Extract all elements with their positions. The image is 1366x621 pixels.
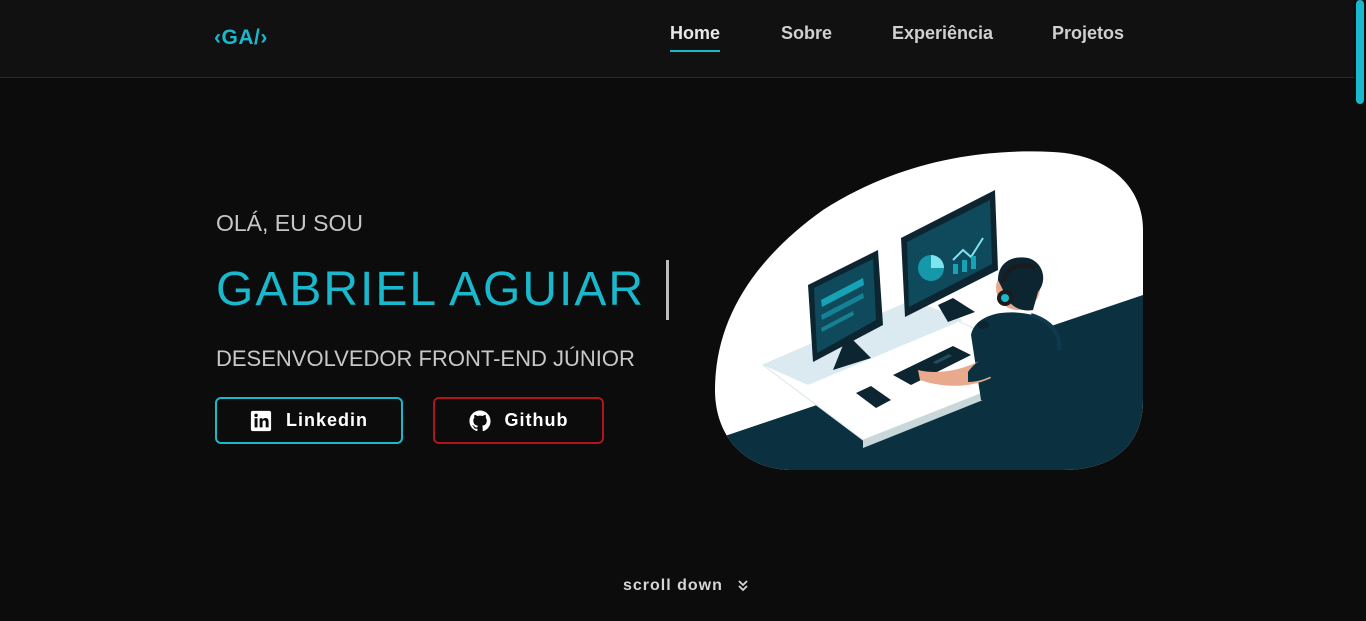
- typing-cursor: [666, 260, 669, 320]
- nav-item-sobre[interactable]: Sobre: [781, 23, 832, 50]
- scroll-down-indicator[interactable]: scroll down: [623, 577, 749, 595]
- scrollbar-thumb[interactable]: [1356, 0, 1364, 104]
- nav-item-home[interactable]: Home: [670, 23, 721, 52]
- nav-item-experiencia[interactable]: Experiência: [892, 23, 993, 50]
- hero-name: GABRIEL AGUIAR: [216, 263, 646, 316]
- double-chevron-down-icon: [738, 580, 748, 592]
- logo-link[interactable]: ‹GA/›: [214, 26, 268, 50]
- github-icon: [468, 409, 491, 431]
- linkedin-button[interactable]: Linkedin: [215, 397, 403, 444]
- github-button[interactable]: Github: [433, 397, 604, 444]
- developer-illustration: [715, 151, 1143, 470]
- hero-role: DESENVOLVEDOR FRONT-END JÚNIOR: [216, 346, 635, 371]
- scroll-down-label: scroll down: [623, 577, 723, 594]
- linkedin-icon: [250, 410, 272, 431]
- hero-greeting: OLÁ, EU SOU: [216, 210, 363, 236]
- linkedin-button-label: Linkedin: [285, 410, 368, 430]
- top-navbar: ‹GA/› Home Sobre Experiência Projetos: [0, 0, 1354, 78]
- nav-item-projetos[interactable]: Projetos: [1052, 23, 1124, 50]
- github-button-label: Github: [504, 410, 569, 430]
- vertical-scrollbar[interactable]: [1354, 0, 1366, 621]
- page: ‹GA/› Home Sobre Experiência Projetos OL…: [0, 0, 1366, 621]
